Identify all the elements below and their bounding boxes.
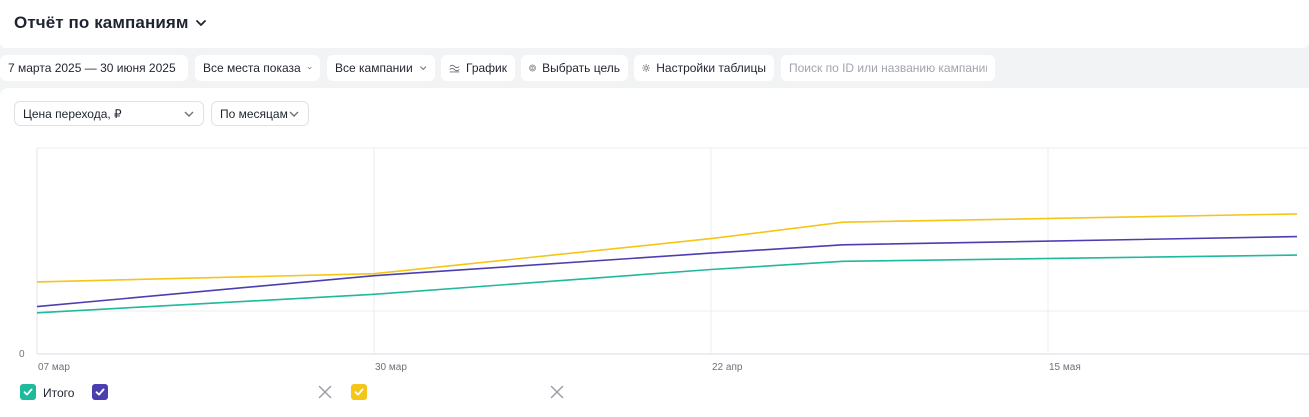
legend-label-total: Итого: [43, 386, 75, 400]
x-tick-label: 30 мар: [375, 362, 407, 373]
target-icon: [529, 64, 536, 72]
series-line-2: [36, 235, 1298, 308]
line-chart: 07 мар 30 мар 22 апр 15 мая 0: [19, 147, 1309, 373]
check-icon: [95, 388, 105, 396]
select-goal-button[interactable]: Выбрать цель: [521, 55, 628, 81]
legend-checkbox-total[interactable]: [20, 384, 36, 400]
check-icon: [23, 388, 33, 396]
table-settings-button[interactable]: Настройки таблицы: [634, 55, 774, 81]
filters-bar: 7 марта 2025 — 30 июня 2025 Все места по…: [0, 55, 1309, 81]
close-icon[interactable]: [549, 384, 565, 400]
y-tick-label: 0: [19, 349, 25, 360]
campaign-search-input[interactable]: [781, 55, 995, 81]
check-icon: [354, 388, 364, 396]
chart-toggle-button[interactable]: График: [441, 55, 515, 81]
placements-label: Все места показа: [203, 61, 301, 75]
x-tick-label: 15 мая: [1049, 362, 1081, 373]
campaigns-select[interactable]: Все кампании: [327, 55, 435, 81]
gear-icon: [642, 63, 651, 73]
chevron-down-icon: [419, 66, 426, 71]
chart-lines-icon: [449, 64, 460, 73]
chart-button-label: График: [466, 61, 507, 75]
date-range-label: 7 марта 2025 — 30 июня 2025: [8, 61, 176, 75]
campaigns-label: Все кампании: [335, 61, 413, 75]
x-tick-label: 22 апр: [712, 362, 743, 373]
chart-panel: Цена перехода, ₽ По месяцам 07 мар 30 мар…: [0, 88, 1309, 417]
page-title: Отчёт по кампаниям: [14, 13, 189, 32]
legend-checkbox-series-2[interactable]: [92, 384, 108, 400]
report-title-dropdown[interactable]: Отчёт по кампаниям: [14, 13, 207, 33]
x-tick-label: 07 мар: [38, 362, 70, 373]
chevron-down-icon: [307, 66, 312, 70]
date-range-select[interactable]: 7 марта 2025 — 30 июня 2025: [0, 55, 188, 81]
series-line-3: [36, 213, 1298, 283]
close-icon[interactable]: [317, 384, 333, 400]
goal-button-label: Выбрать цель: [542, 61, 620, 75]
table-settings-label: Настройки таблицы: [656, 61, 766, 75]
placements-select[interactable]: Все места показа: [195, 55, 320, 81]
series-line-1: [36, 254, 1298, 314]
chevron-down-icon: [195, 20, 206, 26]
report-header: Отчёт по кампаниям: [0, 0, 1309, 48]
legend-checkbox-series-3[interactable]: [351, 384, 367, 400]
